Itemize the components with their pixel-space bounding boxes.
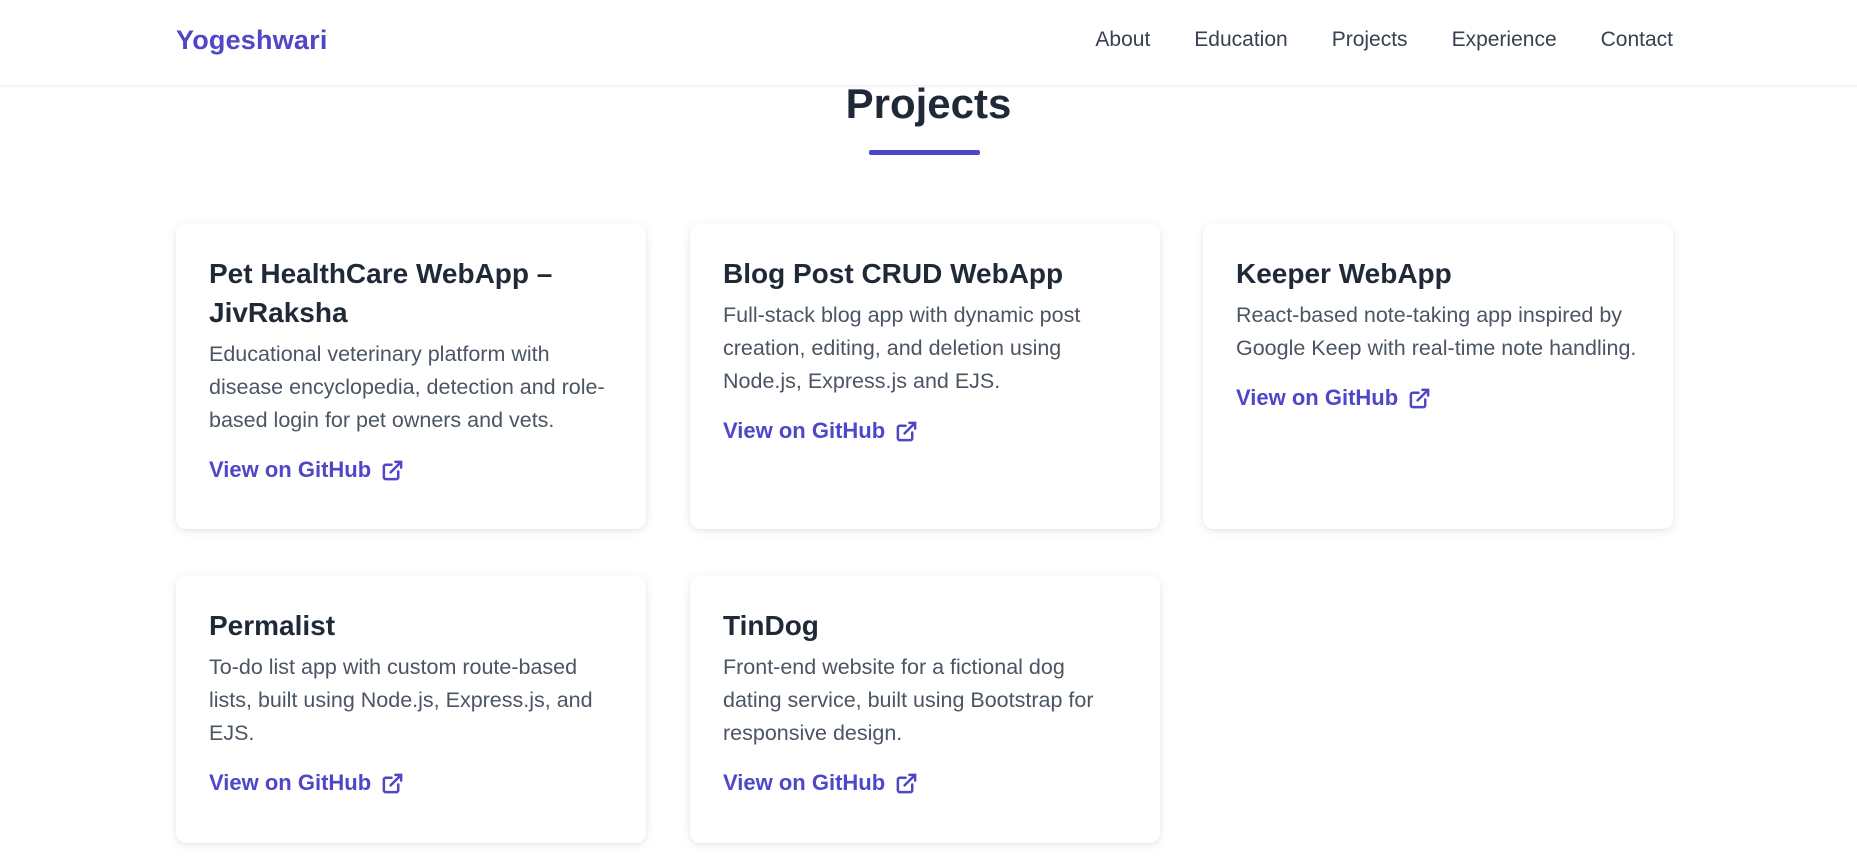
nav-link-education[interactable]: Education	[1194, 28, 1287, 52]
brand-logo[interactable]: Yogeshwari	[176, 25, 328, 56]
section-title: Projects	[845, 80, 1012, 127]
external-link-icon	[1409, 388, 1430, 408]
nav-link-contact[interactable]: Contact	[1601, 28, 1673, 52]
github-link-label: View on GitHub	[1236, 385, 1399, 410]
external-link-icon	[896, 773, 917, 793]
project-card-keeper: Keeper WebApp React-based note-taking ap…	[1203, 224, 1673, 529]
github-link-label: View on GitHub	[723, 418, 886, 443]
github-link[interactable]: View on GitHub	[723, 770, 918, 796]
project-card-tindog: TinDog Front-end website for a fictional…	[690, 576, 1160, 843]
project-description: React-based note-taking app inspired by …	[1236, 303, 1637, 360]
external-link-icon	[382, 773, 403, 793]
github-link-label: View on GitHub	[723, 770, 886, 795]
nav-link-about[interactable]: About	[1095, 28, 1150, 52]
project-title: Permalist	[209, 610, 336, 641]
github-link[interactable]: View on GitHub	[723, 418, 918, 444]
project-card-permalist: Permalist To-do list app with custom rou…	[176, 576, 646, 843]
project-description: Educational veterinary platform with dis…	[209, 342, 605, 432]
project-description: To-do list app with custom route-based l…	[209, 655, 593, 745]
nav-link-experience[interactable]: Experience	[1452, 28, 1557, 52]
nav-link-projects[interactable]: Projects	[1332, 28, 1408, 52]
project-description: Front-end website for a fictional dog da…	[723, 655, 1094, 745]
external-link-icon	[896, 421, 917, 441]
project-card-jivraksha: Pet HealthCare WebApp – JivRaksha Educat…	[176, 224, 646, 529]
github-link[interactable]: View on GitHub	[209, 457, 404, 483]
top-navbar: Yogeshwari About Education Projects Expe…	[0, 0, 1857, 86]
github-link[interactable]: View on GitHub	[1236, 385, 1431, 411]
github-link-label: View on GitHub	[209, 770, 372, 795]
project-card-blog-crud: Blog Post CRUD WebApp Full-stack blog ap…	[690, 224, 1160, 529]
project-title: TinDog	[723, 610, 819, 641]
github-link[interactable]: View on GitHub	[209, 770, 404, 796]
project-title: Keeper WebApp	[1236, 258, 1452, 289]
external-link-icon	[382, 460, 403, 480]
project-title: Pet HealthCare WebApp – JivRaksha	[209, 258, 553, 328]
title-underline	[869, 150, 980, 155]
project-title: Blog Post CRUD WebApp	[723, 258, 1064, 289]
project-description: Full-stack blog app with dynamic post cr…	[723, 303, 1081, 393]
nav-menu: About Education Projects Experience Cont…	[1095, 28, 1673, 52]
github-link-label: View on GitHub	[209, 457, 372, 482]
